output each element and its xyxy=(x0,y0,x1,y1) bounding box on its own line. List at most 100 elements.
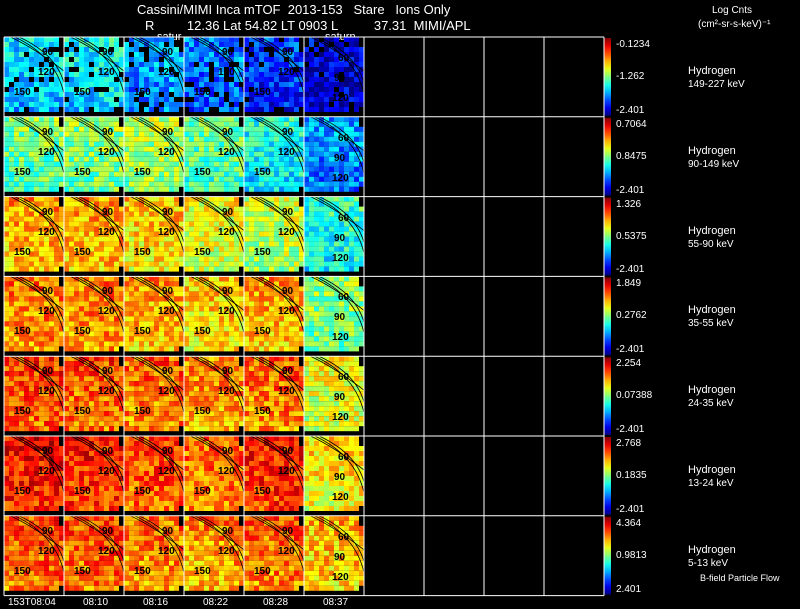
contour-label: 120 xyxy=(98,306,115,318)
energy-image-panel xyxy=(4,355,67,436)
contour-label: 150 xyxy=(254,166,271,178)
energy-image-panel xyxy=(64,196,127,277)
species-label: Hydrogen xyxy=(688,144,736,157)
contour-label: 120 xyxy=(158,226,175,238)
species-label: Hydrogen xyxy=(688,543,736,556)
contour-label: 90 xyxy=(282,206,294,218)
contour-label: 150 xyxy=(74,87,91,98)
contour-label: 120 xyxy=(38,146,55,158)
colorbar-max: 2.768 xyxy=(616,438,642,449)
contour-label: 90 xyxy=(282,525,294,537)
contour-label: 120 xyxy=(158,545,175,557)
colorbar-max: 0.7064 xyxy=(616,118,647,130)
contour-label: 90 xyxy=(222,366,234,378)
contour-label: 150 xyxy=(194,486,211,497)
energy-range-label: 149-227 keV xyxy=(688,78,745,90)
energy-image-panel xyxy=(4,515,67,596)
contour-label: 90 xyxy=(334,472,346,483)
contour-label: 90 xyxy=(102,126,114,138)
contour-label: 90 xyxy=(102,446,114,457)
contour-label: 90 xyxy=(102,47,114,58)
contour-label: 120 xyxy=(332,332,349,344)
colorbar xyxy=(604,437,611,515)
species-label: Hydrogen xyxy=(688,304,736,317)
contour-label: 120 xyxy=(278,226,295,238)
contour-label: 150 xyxy=(74,246,91,258)
contour-label: 120 xyxy=(278,67,295,78)
contour-label: 120 xyxy=(38,306,55,318)
contour-label: 150 xyxy=(194,406,211,418)
contour-label: 150 xyxy=(14,166,31,178)
contour-label: 90 xyxy=(282,366,294,378)
colorbar xyxy=(604,197,611,276)
contour-label: 90 xyxy=(42,206,54,218)
contour-label: 120 xyxy=(98,386,115,398)
contour-label: 120 xyxy=(332,172,349,184)
energy-image-panel xyxy=(184,515,247,596)
contour-label: 90 xyxy=(162,286,174,298)
contour-label: 150 xyxy=(254,406,271,418)
contour-label: 120 xyxy=(278,306,295,318)
contour-label: 90 xyxy=(334,392,346,404)
contour-label: 90 xyxy=(222,286,234,298)
contour-label: 90 xyxy=(42,126,54,138)
energy-image-panel xyxy=(244,435,307,516)
contour-label: 120 xyxy=(98,545,115,557)
contour-label: 120 xyxy=(38,545,55,557)
energy-image-panel xyxy=(64,36,127,117)
energy-image-panel xyxy=(64,515,127,596)
energy-image-panel xyxy=(4,435,67,516)
colorbar xyxy=(604,277,611,356)
energy-range-label: 90-149 keV xyxy=(688,158,740,170)
colorbar-max: 1.326 xyxy=(616,198,642,210)
contour-label: 60 xyxy=(338,132,350,144)
contour-label: 90 xyxy=(282,446,294,457)
species-label: Hydrogen xyxy=(688,384,736,397)
colorbar-max: 4.364 xyxy=(616,517,642,529)
contour-label: 120 xyxy=(98,466,115,477)
contour-label: 120 xyxy=(158,466,175,477)
colorbar-mid: 0.07388 xyxy=(616,390,653,402)
colorbar-min: -2.401 xyxy=(616,184,645,196)
contour-label: 90 xyxy=(162,366,174,378)
contour-label: 120 xyxy=(218,226,235,238)
energy-image-panel xyxy=(124,116,187,197)
colorbar-min: -2.401 xyxy=(616,104,645,116)
energy-image-panel xyxy=(184,36,247,117)
contour-label: 150 xyxy=(134,565,151,577)
contour-label: 120 xyxy=(218,67,235,78)
contour-label: 90 xyxy=(162,446,174,457)
contour-label: 150 xyxy=(194,166,211,178)
energy-image-panel xyxy=(124,196,187,277)
contour-label: 90 xyxy=(222,525,234,537)
colorbar xyxy=(604,117,611,196)
energy-image-panel xyxy=(4,196,67,277)
contour-label: 90 xyxy=(222,206,234,218)
contour-label: 90 xyxy=(162,47,174,58)
species-label: Hydrogen xyxy=(688,64,736,77)
colorbar-min: 2.401 xyxy=(616,583,642,595)
contour-label: 150 xyxy=(134,406,151,418)
contour-label: 90 xyxy=(162,206,174,218)
contour-label: 90 xyxy=(42,286,54,298)
time-label: 08:22 xyxy=(203,597,229,608)
colorbar-min: -2.401 xyxy=(616,503,645,515)
contour-label: 90 xyxy=(222,47,234,58)
contour-label: 90 xyxy=(334,551,346,563)
energy-range-label: 24-35 keV xyxy=(688,398,734,410)
contour-label: 120 xyxy=(218,466,235,477)
contour-label: 150 xyxy=(254,486,271,497)
contour-label: 150 xyxy=(74,486,91,497)
contour-label: 120 xyxy=(332,571,349,583)
contour-label: 150 xyxy=(194,87,211,98)
time-label: 08:16 xyxy=(143,597,169,608)
energy-image-panel xyxy=(124,435,187,516)
contour-label: 150 xyxy=(74,406,91,418)
contour-label: 150 xyxy=(254,246,271,258)
energy-image-panel xyxy=(244,36,307,117)
contour-label: 150 xyxy=(14,326,31,338)
contour-label: 90 xyxy=(102,206,114,218)
time-label: 08:37 xyxy=(323,597,349,608)
energy-image-panel xyxy=(124,276,187,356)
energy-image-panel xyxy=(244,276,307,356)
